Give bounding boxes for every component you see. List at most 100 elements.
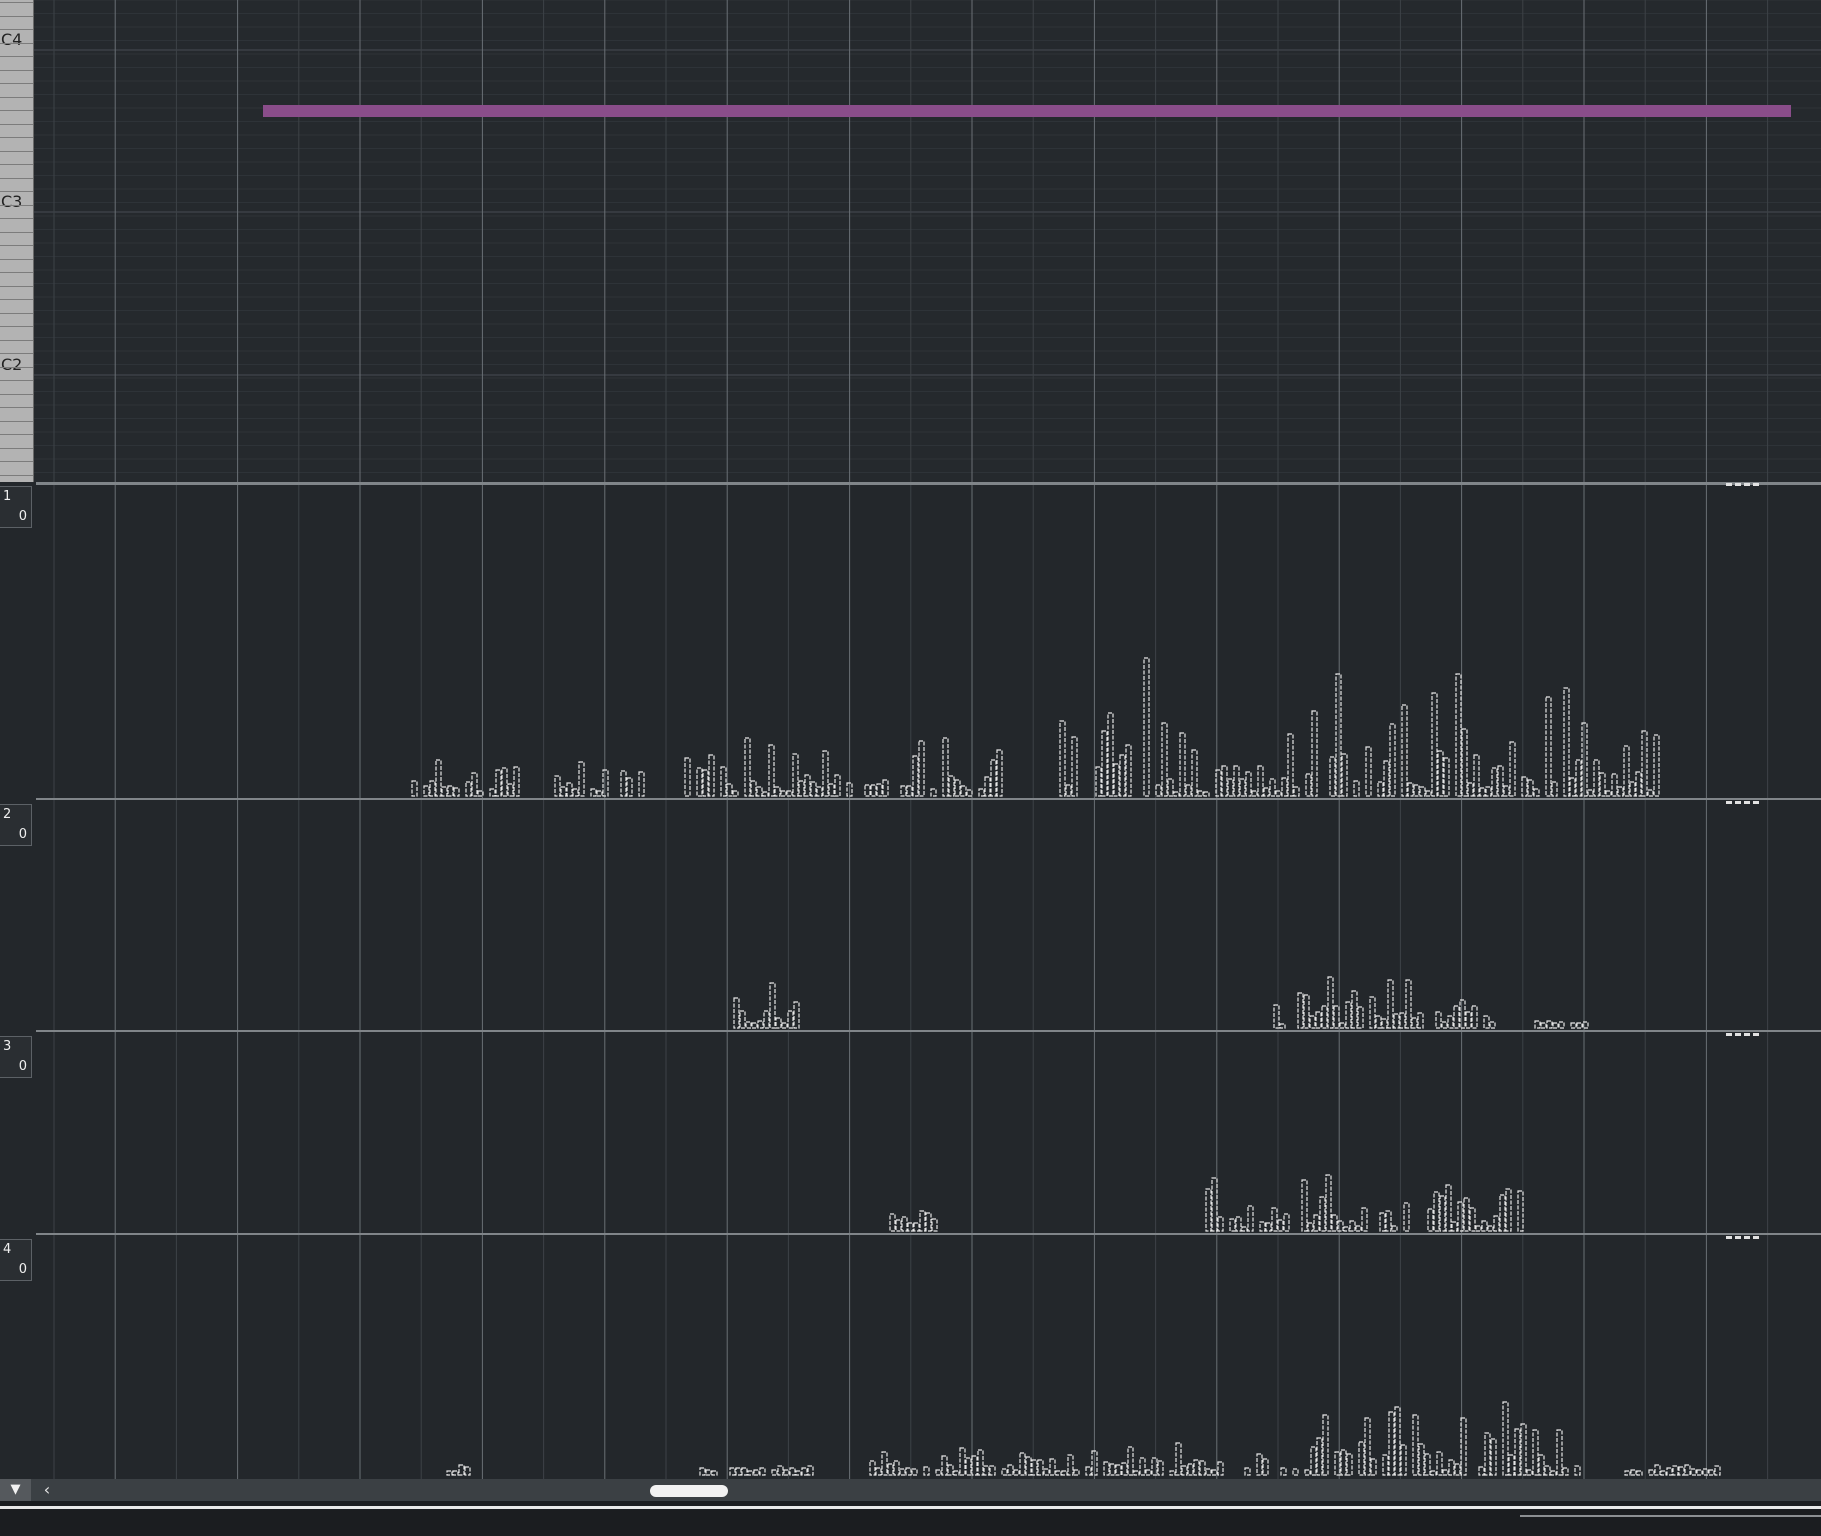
controller-event[interactable]: [1545, 696, 1552, 797]
controller-event[interactable]: [1181, 1465, 1188, 1476]
controller-event[interactable]: [1623, 745, 1630, 797]
controller-event[interactable]: [895, 1219, 902, 1232]
controller-event[interactable]: [882, 779, 889, 797]
controller-event[interactable]: [1696, 1469, 1703, 1476]
controller-event[interactable]: [1546, 1020, 1553, 1029]
controller-event[interactable]: [1517, 1190, 1524, 1232]
controller-event[interactable]: [913, 1222, 920, 1232]
scroll-left-button[interactable]: ‹: [40, 1479, 54, 1501]
controller-event[interactable]: [1533, 788, 1540, 797]
controller-event[interactable]: [1262, 1458, 1269, 1476]
controller-event[interactable]: [942, 737, 949, 797]
piano-keyboard[interactable]: C4 C3 C2: [0, 0, 34, 482]
controller-event[interactable]: [1341, 753, 1348, 797]
controller-event[interactable]: [1351, 990, 1358, 1029]
controller-event[interactable]: [747, 1470, 754, 1476]
controller-event[interactable]: [769, 982, 776, 1029]
controller-event[interactable]: [1304, 1469, 1311, 1476]
controller-event[interactable]: [834, 774, 841, 797]
controller-event[interactable]: [1576, 1022, 1583, 1029]
controller-event[interactable]: [1457, 1201, 1464, 1232]
controller-event[interactable]: [1343, 1226, 1350, 1232]
controller-event[interactable]: [795, 1470, 802, 1476]
controller-event[interactable]: [1484, 1432, 1491, 1476]
controller-event[interactable]: [1221, 765, 1228, 797]
controller-event[interactable]: [1327, 976, 1334, 1029]
controller-event[interactable]: [1113, 763, 1120, 797]
controller-event[interactable]: [1303, 994, 1310, 1029]
controller-event[interactable]: [911, 1468, 918, 1476]
controller-event[interactable]: [1475, 1225, 1482, 1232]
controller-event[interactable]: [804, 774, 811, 797]
controller-event[interactable]: [699, 1467, 706, 1476]
controller-event[interactable]: [1540, 1022, 1547, 1029]
controller-event[interactable]: [1400, 1444, 1407, 1476]
lane-menu-button[interactable]: ▼: [0, 1479, 31, 1501]
controller-event[interactable]: [1385, 1210, 1392, 1232]
controller-event[interactable]: [1315, 1011, 1322, 1029]
controller-event[interactable]: [759, 1467, 766, 1476]
controller-event[interactable]: [1269, 778, 1276, 797]
controller-event[interactable]: [947, 1464, 954, 1476]
controller-event[interactable]: [1419, 786, 1426, 797]
piano-roll[interactable]: C4 C3 C2: [0, 0, 1821, 482]
controller-event[interactable]: [984, 776, 991, 797]
controller-event[interactable]: [1193, 1459, 1200, 1476]
controller-event[interactable]: [1574, 1465, 1581, 1476]
controller-event[interactable]: [1292, 1468, 1299, 1476]
controller-event[interactable]: [762, 791, 769, 797]
controller-event[interactable]: [1085, 1466, 1092, 1476]
controller-event[interactable]: [465, 781, 472, 797]
controller-event[interactable]: [1101, 730, 1108, 797]
controller-event[interactable]: [578, 761, 585, 797]
controller-event[interactable]: [1311, 710, 1318, 797]
controller-event[interactable]: [1413, 784, 1420, 797]
controller-event[interactable]: [1235, 1216, 1242, 1232]
controller-event[interactable]: [1441, 1021, 1448, 1029]
controller-event[interactable]: [1417, 1012, 1424, 1029]
controller-event[interactable]: [1279, 1023, 1286, 1029]
controller-event[interactable]: [1569, 777, 1576, 797]
controller-lane-2[interactable]: 2 0: [0, 800, 1821, 1033]
controller-event[interactable]: [786, 790, 793, 797]
controller-event[interactable]: [1199, 1460, 1206, 1476]
controller-event[interactable]: [447, 785, 454, 797]
controller-event[interactable]: [596, 790, 603, 797]
controller-event[interactable]: [1271, 1207, 1278, 1232]
controller-event[interactable]: [1641, 730, 1648, 797]
controller-event[interactable]: [1647, 789, 1654, 797]
controller-event[interactable]: [757, 1020, 764, 1029]
controller-event[interactable]: [971, 1455, 978, 1476]
controller-event[interactable]: [1073, 1469, 1080, 1476]
controller-event[interactable]: [793, 1001, 800, 1029]
controller-event[interactable]: [590, 788, 597, 797]
controller-event[interactable]: [638, 771, 645, 797]
controller-event[interactable]: [1055, 1470, 1062, 1476]
controller-event[interactable]: [1019, 1452, 1026, 1476]
controller-event[interactable]: [1151, 1457, 1158, 1476]
controller-event[interactable]: [739, 1010, 746, 1029]
controller-event[interactable]: [1485, 786, 1492, 797]
controller-event[interactable]: [705, 1469, 712, 1476]
controller-event[interactable]: [1403, 1202, 1410, 1232]
controller-event[interactable]: [684, 757, 691, 797]
controller-event[interactable]: [1459, 999, 1466, 1029]
controller-event[interactable]: [1478, 1466, 1485, 1476]
controller-event[interactable]: [489, 788, 496, 797]
controller-event[interactable]: [1383, 760, 1390, 797]
controller-event[interactable]: [1335, 673, 1342, 797]
controller-event[interactable]: [1145, 1469, 1152, 1476]
controller-event[interactable]: [702, 769, 709, 797]
controller-event[interactable]: [1349, 1220, 1356, 1232]
controller-event[interactable]: [1025, 1456, 1032, 1476]
controller-event[interactable]: [1119, 754, 1126, 797]
controller-lane-4[interactable]: 4 0: [0, 1235, 1821, 1479]
controller-event[interactable]: [1491, 767, 1498, 797]
controller-event[interactable]: [1407, 782, 1414, 797]
controller-event[interactable]: [1307, 1222, 1314, 1232]
controller-event[interactable]: [1467, 782, 1474, 797]
controller-event[interactable]: [1229, 1218, 1236, 1232]
controller-event[interactable]: [1287, 733, 1294, 797]
controller-event[interactable]: [1508, 1454, 1515, 1476]
controller-event[interactable]: [1552, 1022, 1559, 1029]
